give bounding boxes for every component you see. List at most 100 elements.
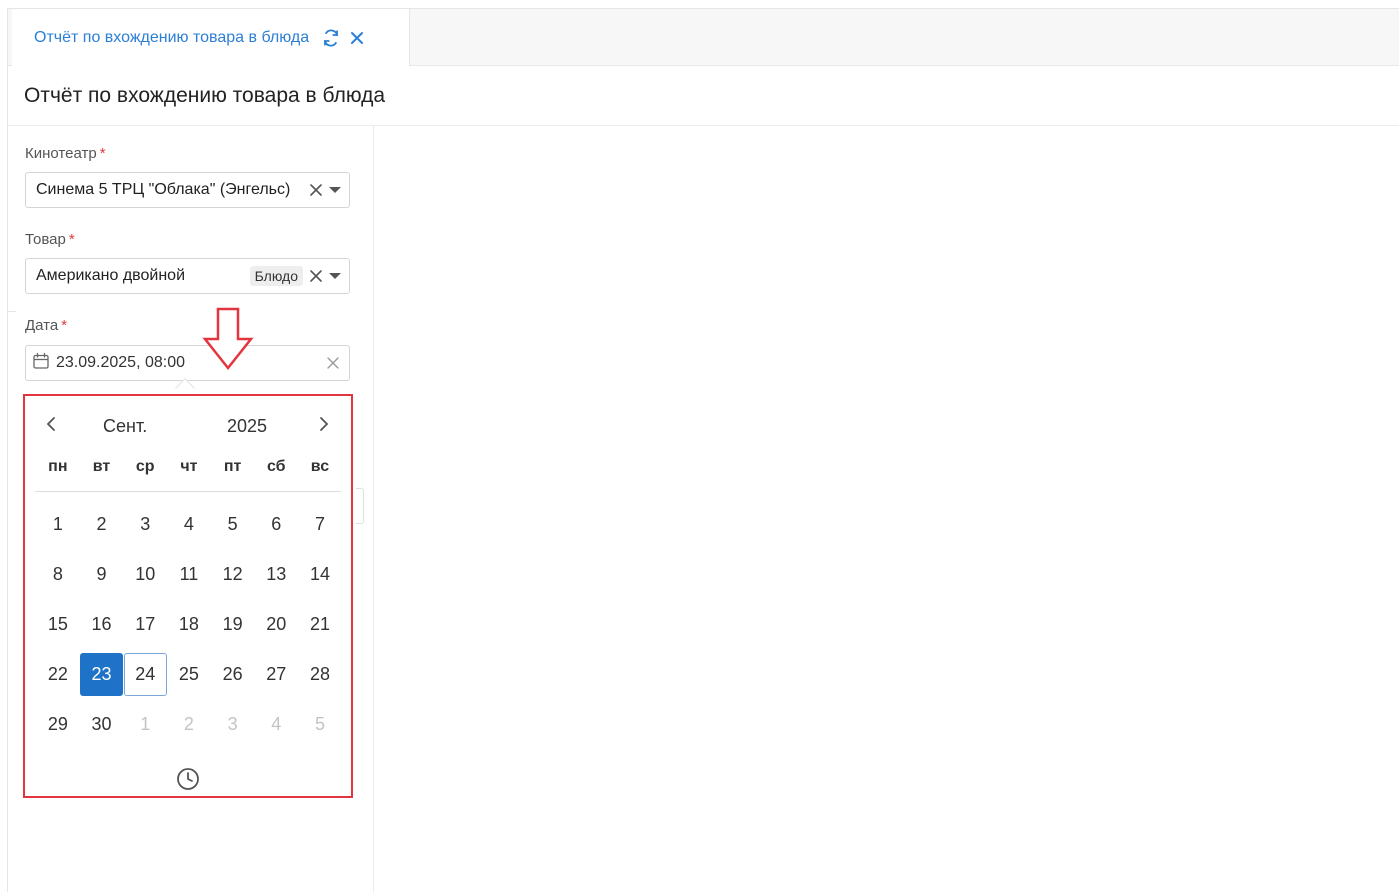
calendar-day-label: 4 [271,713,282,734]
calendar-day-label: 19 [222,613,243,634]
cinema-select[interactable]: Синема 5 ТРЦ "Облака" (Энгельс) [25,172,350,208]
close-icon[interactable] [347,28,367,48]
calendar-day-label: 14 [309,563,330,584]
calendar-day-label: 3 [227,713,238,734]
calendar-year[interactable]: 2025 [227,416,267,437]
weekday-label: сб [266,458,286,475]
product-label: Товар * [25,231,75,248]
calendar-day-label: 2 [96,513,107,534]
calendar-day[interactable]: 10 [123,549,167,599]
calendar-day-label: 6 [271,513,282,534]
calendar-day-label: 3 [140,513,151,534]
calendar-day-label: 4 [183,513,194,534]
calendar-day[interactable]: 26 [211,649,255,699]
divider [35,491,341,492]
calendar-day[interactable]: 22 [36,649,80,699]
date-label-text: Дата [25,317,59,334]
cinema-label: Кинотеатр * [25,145,106,162]
calendar-day[interactable]: 6 [254,499,298,549]
calendar-day[interactable]: 4 [167,499,211,549]
calendar-day-today[interactable]: 24 [123,649,167,699]
calendar-day-label: 16 [91,613,112,634]
calendar-day-label: 29 [47,713,68,734]
next-month-icon[interactable] [312,412,336,436]
product-label-text: Товар [25,231,66,248]
calendar-day[interactable]: 5 [298,699,342,749]
calendar-day-label: 27 [266,663,287,684]
calendar-day-label: 26 [222,663,243,684]
clear-icon[interactable] [325,355,341,371]
calendar-month[interactable]: Сент. [103,416,147,437]
prev-month-icon[interactable] [39,412,63,436]
required-mark: * [99,145,106,162]
calendar-day[interactable]: 25 [167,649,211,699]
caret-down-icon[interactable] [327,267,343,285]
calendar-day-label: 10 [135,563,156,584]
calendar-day[interactable]: 7 [298,499,342,549]
calendar-day[interactable]: 4 [254,699,298,749]
calendar-day[interactable]: 3 [211,699,255,749]
calendar-day[interactable]: 2 [80,499,124,549]
calendar-day-label: 23 [80,652,124,696]
calendar-day[interactable]: 28 [298,649,342,699]
calendar-day-label: 5 [314,713,325,734]
calendar-day[interactable]: 13 [254,549,298,599]
calendar-day-label: 15 [47,613,68,634]
weekday-label: чт [180,458,198,475]
tab-report[interactable]: Отчёт по вхождению товара в блюда [12,9,410,66]
calendar-day[interactable]: 5 [211,499,255,549]
calendar-day[interactable]: 14 [298,549,342,599]
calendar-day[interactable]: 1 [36,499,80,549]
date-label: Дата * [25,317,67,334]
date-picker-input[interactable]: 23.09.2025, 08:00 [25,345,350,381]
calendar-day-label: 8 [52,563,63,584]
clear-icon[interactable] [307,181,325,199]
calendar-day-label: 7 [314,513,325,534]
calendar-icon [32,352,50,375]
calendar-day[interactable]: 17 [123,599,167,649]
tab-title[interactable]: Отчёт по вхождению товара в блюда [34,29,309,47]
date-value: 23.09.2025, 08:00 [56,354,186,371]
calendar-day[interactable]: 1 [123,699,167,749]
weekday-label: ср [135,458,155,475]
calendar-day[interactable]: 12 [211,549,255,599]
weekday-label: вс [310,458,330,475]
calendar-day[interactable]: 8 [36,549,80,599]
refresh-icon[interactable] [321,28,341,48]
weekday-label: вт [92,458,111,475]
calendar-day[interactable]: 11 [167,549,211,599]
calendar-day[interactable]: 16 [80,599,124,649]
hidden-field-edge [356,488,364,524]
calendar-day-label: 2 [183,713,194,734]
calendar-day[interactable]: 2 [167,699,211,749]
required-mark: * [61,317,68,334]
calendar-day-label: 1 [52,513,63,534]
calendar-day-label: 20 [266,613,287,634]
calendar-day[interactable]: 19 [211,599,255,649]
clear-icon[interactable] [307,267,325,285]
calendar-day[interactable]: 21 [298,599,342,649]
caret-down-icon[interactable] [327,181,343,199]
calendar-day-selected[interactable]: 23 [80,649,124,699]
calendar-day[interactable]: 20 [254,599,298,649]
calendar-day[interactable]: 15 [36,599,80,649]
calendar-day-label: 11 [179,563,199,584]
calendar-days-grid: 1 2 3 4 5 6 7 8 9 10 11 12 13 14 15 16 17 18 19 20 21 22 23 24 2… [36,499,342,749]
calendar-day[interactable]: 9 [80,549,124,599]
calendar-day[interactable]: 18 [167,599,211,649]
weekday-header: пн вт ср чт пт сб вс [36,458,342,492]
calendar-day[interactable]: 27 [254,649,298,699]
calendar-day-label: 24 [123,652,167,696]
calendar-day[interactable]: 29 [36,699,80,749]
calendar-day[interactable]: 3 [123,499,167,549]
calendar-day-label: 21 [309,613,330,634]
clock-icon[interactable] [175,766,201,792]
calendar-day-label: 9 [96,563,107,584]
calendar-day-label: 1 [140,713,151,734]
calendar-popup: Сент. 2025 пн вт ср чт пт сб вс 1 2 3 4 5 6 7 8 9 10 11 1… [23,394,353,798]
calendar-day-label: 17 [135,613,156,634]
product-select[interactable]: Американо двойной Блюдо [25,258,350,294]
calendar-day[interactable]: 30 [80,699,124,749]
cinema-label-text: Кинотеатр [25,145,97,162]
tab-bar: Отчёт по вхождению товара в блюда [8,9,1399,66]
